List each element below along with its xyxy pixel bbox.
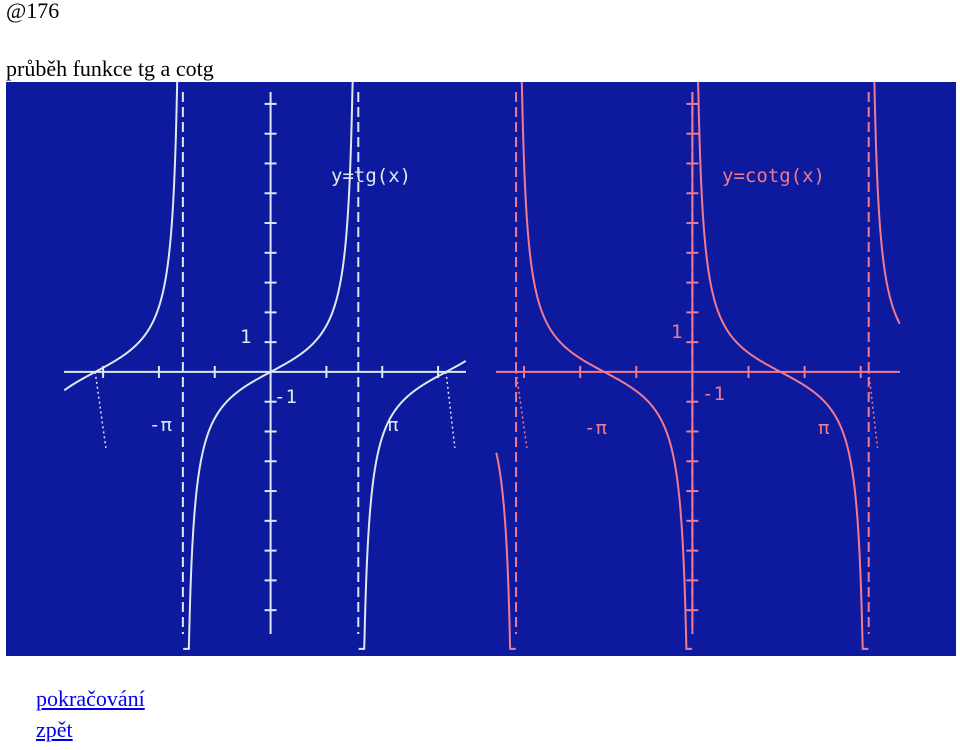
- x-tick-label-pi: π: [387, 414, 398, 436]
- page-title: průběh funkce tg a cotg: [6, 56, 214, 81]
- y-tick-label-minus-1: -1: [274, 386, 297, 408]
- continue-link[interactable]: pokračování: [36, 686, 145, 712]
- y-tick-label-1: 1: [671, 321, 682, 343]
- x-tick-label-pi: π: [818, 417, 829, 439]
- function-label: y=tg(x): [331, 165, 411, 187]
- function-label: y=cotg(x): [722, 165, 825, 187]
- chart-figure: y=tg(x) -π π 1 -1 y=cotg(x) -π π 1 -1: [6, 82, 956, 656]
- x-tick-label-minus-pi: -π: [149, 414, 172, 436]
- x-tick-label-minus-pi: -π: [584, 417, 607, 439]
- y-tick-label-1: 1: [240, 326, 251, 348]
- back-link[interactable]: zpět: [36, 717, 73, 743]
- page-id: @176: [6, 0, 60, 23]
- y-tick-label-minus-1: -1: [702, 383, 725, 405]
